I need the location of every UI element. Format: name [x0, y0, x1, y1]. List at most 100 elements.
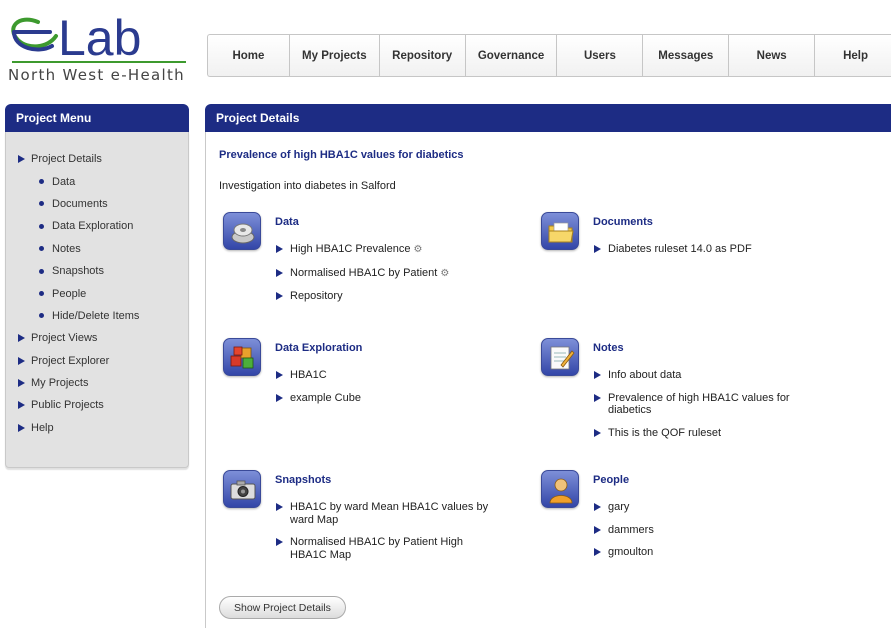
- sidebar-item-label: Public Projects: [31, 399, 104, 412]
- snapshot-item[interactable]: HBA1C by ward Mean HBA1C values by ward …: [276, 501, 501, 526]
- project-menu-body: Project Details Data Documents Data Explora…: [5, 132, 189, 468]
- sidebar-item-project-details[interactable]: Project Details: [6, 148, 188, 170]
- sidebar-item-label: Data: [52, 175, 76, 188]
- note-item[interactable]: Info about data: [594, 369, 819, 382]
- bullet-icon: [39, 291, 44, 297]
- section-snapshots-list: HBA1C by ward Mean HBA1C values by ward …: [276, 501, 501, 571]
- elab-logo-mark: Lab: [11, 10, 186, 66]
- logo-text: Lab: [58, 10, 141, 66]
- nav-governance[interactable]: Governance: [466, 35, 558, 76]
- sidebar-item-label: Help: [31, 421, 54, 434]
- section-data-title[interactable]: Data: [275, 216, 299, 228]
- triangle-right-icon: [18, 401, 25, 410]
- sidebar-item-data[interactable]: Data: [6, 170, 188, 192]
- sidebar-item-project-views[interactable]: Project Views: [6, 327, 188, 349]
- sidebar-item-project-explorer[interactable]: Project Explorer: [6, 350, 188, 372]
- person-icon[interactable]: [541, 470, 579, 508]
- nav-repository[interactable]: Repository: [380, 35, 466, 76]
- bullet-icon: [39, 223, 44, 229]
- data-item[interactable]: Repository: [276, 290, 501, 303]
- sidebar-item-my-projects[interactable]: My Projects: [6, 372, 188, 394]
- triangle-right-icon: [18, 356, 25, 365]
- nav-messages[interactable]: Messages: [643, 35, 730, 76]
- data-item[interactable]: High HBA1C Prevalence ⚙: [276, 243, 501, 257]
- sidebar-item-label: My Projects: [31, 377, 89, 390]
- document-item[interactable]: Diabetes ruleset 14.0 as PDF: [594, 243, 819, 256]
- project-menu-title: Project Menu: [5, 104, 189, 132]
- section-notes-list: Info about data Prevalence of high HBA1C…: [594, 369, 819, 449]
- triangle-right-icon: [18, 423, 25, 432]
- sidebar-item-snapshots[interactable]: Snapshots: [6, 260, 188, 282]
- section-documents: Documents Diabetes ruleset 14.0 as PDF: [541, 212, 841, 312]
- nav-news[interactable]: News: [729, 35, 816, 76]
- cubes-icon[interactable]: [223, 338, 261, 376]
- data-item[interactable]: Normalised HBA1C by Patient ⚙: [276, 267, 501, 281]
- project-details-body: Prevalence of high HBA1C values for diab…: [205, 132, 891, 628]
- note-item[interactable]: Prevalence of high HBA1C values for diab…: [594, 392, 819, 417]
- sidebar-item-label: Data Exploration: [52, 220, 134, 233]
- sidebar-item-help[interactable]: Help: [6, 417, 188, 439]
- project-description: Investigation into diabetes in Salford: [219, 180, 396, 192]
- gear-icon[interactable]: ⚙: [413, 244, 422, 255]
- triangle-right-icon: [18, 155, 25, 164]
- sidebar-item-label: People: [52, 287, 87, 300]
- sidebar-item-people[interactable]: People: [6, 282, 188, 304]
- section-people-list: gary dammers gmoulton: [594, 501, 819, 569]
- section-people: People gary dammers gmoulton: [541, 470, 841, 590]
- project-details-panel: Project Details Prevalence of high HBA1C…: [205, 104, 891, 628]
- sidebar-item-hide-delete-items[interactable]: Hide/Delete Items: [6, 305, 188, 327]
- note-item[interactable]: This is the QOF ruleset: [594, 427, 819, 440]
- bullet-icon: [39, 268, 44, 274]
- project-menu-list: Project Details Data Documents Data Explora…: [6, 148, 188, 439]
- folder-icon[interactable]: [541, 212, 579, 250]
- project-details-title: Project Details: [205, 104, 891, 132]
- sidebar-item-label: Documents: [52, 197, 108, 210]
- disk-icon[interactable]: [223, 212, 261, 250]
- section-people-title[interactable]: People: [593, 474, 629, 486]
- sidebar-item-label: Notes: [52, 242, 81, 255]
- bullet-icon: [39, 313, 44, 319]
- elab-logo[interactable]: Lab North West e-Health: [8, 8, 188, 88]
- project-title: Prevalence of high HBA1C values for diab…: [219, 149, 464, 161]
- notepad-icon[interactable]: [541, 338, 579, 376]
- section-notes: Notes Info about data Prevalence of high…: [541, 338, 841, 458]
- nav-my-projects[interactable]: My Projects: [290, 35, 380, 76]
- person-item[interactable]: gary: [594, 501, 819, 514]
- section-data-exploration-title[interactable]: Data Exploration: [275, 342, 362, 354]
- sidebar-item-label: Project Explorer: [31, 354, 110, 367]
- sidebar-item-label: Hide/Delete Items: [52, 309, 140, 322]
- exploration-item[interactable]: HBA1C: [276, 369, 501, 382]
- section-data-list: High HBA1C Prevalence ⚙ Normalised HBA1C …: [276, 243, 501, 313]
- sidebar-item-documents[interactable]: Documents: [6, 193, 188, 215]
- camera-icon[interactable]: [223, 470, 261, 508]
- section-documents-title[interactable]: Documents: [593, 216, 653, 228]
- sidebar-item-label: Project Views: [31, 332, 98, 345]
- sidebar-item-data-exploration[interactable]: Data Exploration: [6, 215, 188, 237]
- nav-help[interactable]: Help: [815, 35, 891, 76]
- sidebar-item-notes[interactable]: Notes: [6, 238, 188, 260]
- bullet-icon: [39, 201, 44, 207]
- triangle-right-icon: [18, 379, 25, 388]
- bullet-icon: [39, 246, 44, 252]
- sidebar-item-label: Snapshots: [52, 265, 104, 278]
- section-data-exploration-list: HBA1C example Cube: [276, 369, 501, 414]
- section-notes-title[interactable]: Notes: [593, 342, 624, 354]
- project-menu: Project Menu Project Details Data Document…: [5, 104, 189, 468]
- gear-icon[interactable]: ⚙: [440, 268, 449, 279]
- nav-home[interactable]: Home: [208, 35, 290, 76]
- section-data: Data High HBA1C Prevalence ⚙ Normalised H…: [223, 212, 503, 322]
- snapshot-item[interactable]: Normalised HBA1C by Patient High HBA1C M…: [276, 536, 501, 561]
- sidebar-item-public-projects[interactable]: Public Projects: [6, 394, 188, 416]
- logo-subtitle: North West e-Health: [8, 66, 185, 84]
- person-item[interactable]: gmoulton: [594, 546, 819, 559]
- section-snapshots: Snapshots HBA1C by ward Mean HBA1C value…: [223, 470, 523, 590]
- nav-users[interactable]: Users: [557, 35, 644, 76]
- exploration-item[interactable]: example Cube: [276, 392, 501, 405]
- person-item[interactable]: dammers: [594, 524, 819, 537]
- top-nav: Home My Projects Repository Governance U…: [207, 34, 891, 77]
- bullet-icon: [39, 179, 44, 185]
- show-project-details-button[interactable]: Show Project Details: [219, 596, 346, 619]
- section-data-exploration: Data Exploration HBA1C example Cube: [223, 338, 503, 438]
- section-snapshots-title[interactable]: Snapshots: [275, 474, 331, 486]
- section-documents-list: Diabetes ruleset 14.0 as PDF: [594, 243, 819, 266]
